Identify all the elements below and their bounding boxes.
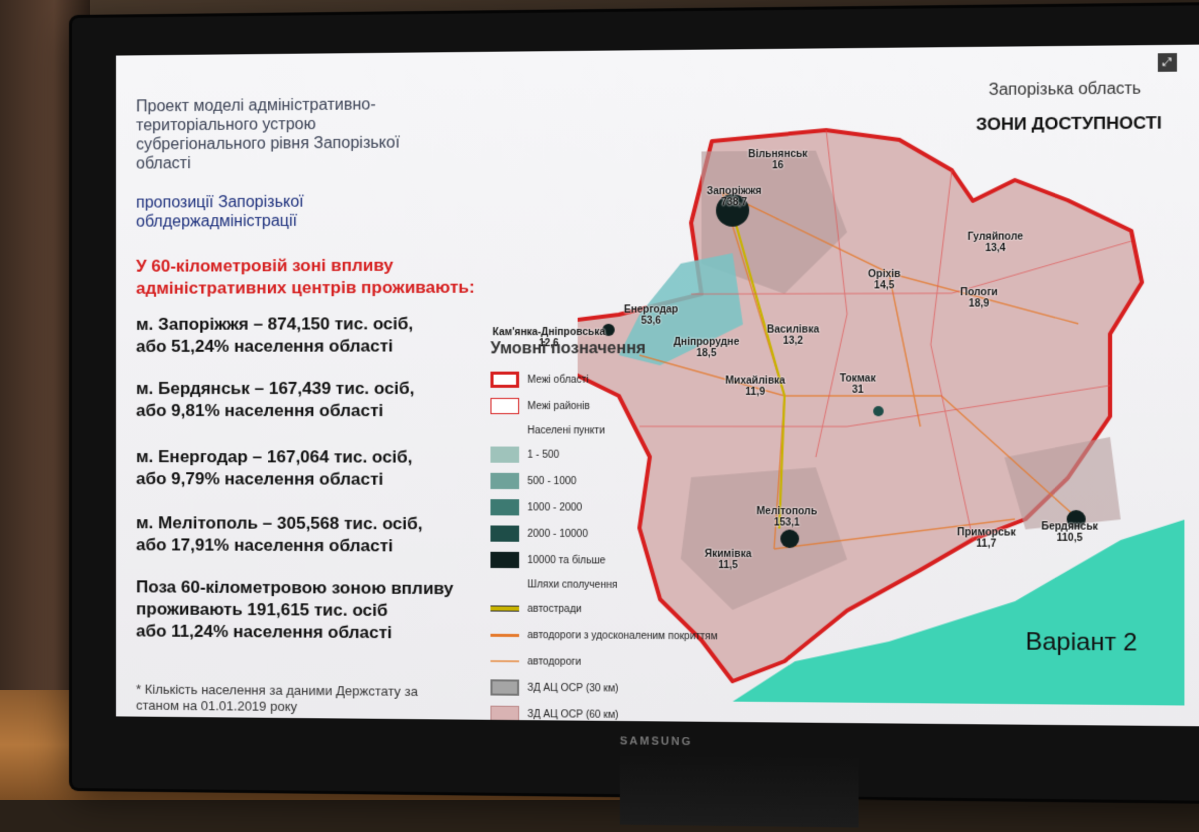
- variant-label: Варіант 2: [1025, 628, 1138, 657]
- legend-settlement-1: 1 - 500: [490, 441, 758, 468]
- settlement-swatch-3: [490, 499, 520, 516]
- fullscreen-icon[interactable]: ⤢: [1157, 53, 1177, 72]
- legend-zone-30: ЗД АЦ ОСР (30 км): [490, 674, 758, 703]
- city-label-melitopol: Мелітополь 153,1: [756, 506, 818, 529]
- city-label-vasylivka: Василівка 13,2: [766, 324, 820, 347]
- presentation-slide: ⤢ Проект моделі адміністративно-територі…: [115, 44, 1199, 727]
- legend-region-border: Межі області: [490, 366, 758, 393]
- legend-settlement-5: 10000 та більше: [490, 547, 758, 575]
- brand-logo: SAMSUNG: [619, 735, 693, 749]
- legend-settlement-2: 500 - 1000: [490, 468, 758, 495]
- legend-heading: Умовні позначення: [490, 339, 646, 358]
- zone-30-swatch: [490, 679, 520, 696]
- city-melitopol-dot: [780, 529, 800, 549]
- legend-district-border: Межі районів: [490, 393, 758, 420]
- city-label-prymorsk: Приморськ 11,7: [957, 527, 1016, 550]
- legend-road-regular: автодороги: [490, 648, 758, 676]
- legend-settlements-title: Населені пункти: [527, 424, 605, 437]
- outside-zone-stat: Поза 60-кілометровою зоною впливу прожив…: [136, 577, 454, 643]
- settlement-swatch-1: [490, 446, 520, 463]
- red-heading: У 60-кілометровій зоні впливу адміністра…: [136, 255, 475, 298]
- legend-settlement-3: 1000 - 2000: [490, 494, 758, 521]
- stat-enerhodar: м. Енергодар – 167,064 тис. осіб, або 9,…: [136, 447, 413, 489]
- city-label-polohy: Пологи 18,9: [960, 286, 998, 310]
- city-label-berdiansk: Бердянськ 110,5: [1041, 521, 1098, 545]
- slide-subtitle: пропозиції Запорізької облдержадміністра…: [136, 193, 304, 231]
- city-label-vilniansk: Вільнянськ 16: [748, 148, 808, 172]
- city-label-tokmak: Токмак 31: [839, 373, 876, 396]
- legend-road-motorway: автостради: [490, 595, 758, 623]
- settlement-swatch-2: [490, 472, 520, 490]
- road-swatch: [490, 660, 520, 663]
- region-label: Запорізька область: [988, 80, 1142, 100]
- legend-settlement-4: 2000 - 10000: [490, 520, 758, 547]
- district-border-swatch: [490, 397, 520, 415]
- legend-roads-title: Шляхи сполучення: [527, 578, 618, 591]
- city-label-orikhiv: Оріхів 14,5: [867, 268, 901, 292]
- stat-berdiansk: м. Бердянськ – 167,439 тис. осіб, або 9,…: [136, 378, 415, 421]
- motorway-swatch: [490, 605, 520, 612]
- legend-zone-60: ЗД АЦ ОСР (60 км): [490, 701, 758, 727]
- tv-monitor: SAMSUNG ⤢ Проект моделі адміністративно-…: [72, 4, 1199, 828]
- improved-road-swatch: [490, 633, 520, 637]
- stat-zaporizhzhia: м. Запоріжжя – 874,150 тис. осіб, або 51…: [136, 314, 414, 356]
- region-border-swatch: [490, 371, 520, 388]
- tv-stand: [619, 753, 859, 828]
- zones-label: ЗОНИ ДОСТУПНОСТІ: [975, 113, 1162, 135]
- stat-melitopol: м. Мелітополь – 305,568 тис. осіб, або 1…: [136, 513, 423, 556]
- legend-road-improved: автодороги з удосконаленим покриттям: [490, 622, 758, 650]
- zone-60-swatch: [490, 705, 520, 723]
- map-legend: Умовні позначення Межі області Межі райо…: [490, 339, 758, 727]
- footnote: * Кількість населення за даними Держстат…: [136, 681, 418, 715]
- settlement-swatch-5: [490, 551, 520, 569]
- city-label-zaporizhzhia: Запоріжжя 738,7: [706, 185, 762, 209]
- settlement-swatch-4: [490, 525, 520, 542]
- city-label-enerhodar: Енергодар 53,6: [623, 304, 679, 327]
- city-tokmak-dot: [873, 406, 884, 417]
- slide-title: Проект моделі адміністративно-територіал…: [136, 96, 400, 173]
- city-label-huliaipole: Гуляйполе 13,4: [967, 231, 1024, 255]
